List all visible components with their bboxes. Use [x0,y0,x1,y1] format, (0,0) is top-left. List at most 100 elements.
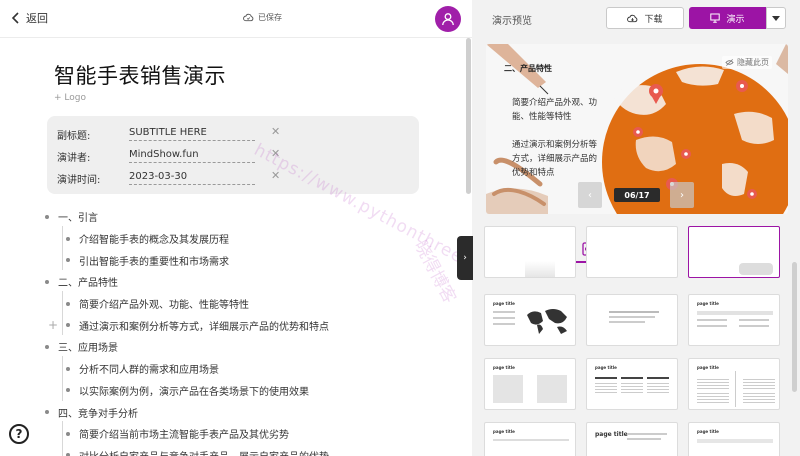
layout-thumb[interactable]: page title [688,294,780,346]
outline-text: 引出智能手表的重要性和市场需求 [79,256,229,268]
thumb-line [609,311,659,313]
prev-slide-button[interactable]: ‹ [578,182,602,208]
chevron-left-icon [11,12,19,24]
meta-label: 演讲时间: [57,175,101,186]
editor-topbar: 返回 已保存 [0,0,472,38]
thumb-shape [525,261,555,277]
thumb-bar [697,311,773,315]
slide-paragraph: 通过演示和案例分析等方式，详细展示产品的优势和特点 [512,140,598,178]
thumb-line [493,323,515,325]
thumb-lines [743,379,775,389]
meta-label: 演讲者: [57,153,91,164]
bullet-dot [66,388,70,393]
thumb-line [493,439,569,441]
outline-text: 介绍智能手表的概念及其发展历程 [79,235,229,247]
bullet-dot [45,410,49,415]
slide-heading: 二、产品特性 [504,64,552,73]
map-pin [633,127,643,137]
thumb-line [493,311,515,313]
layout-thumb[interactable] [484,226,576,278]
outline-item[interactable]: 分析不同人群的需求和应用场景 [42,355,462,380]
layout-thumb-selected[interactable] [688,226,780,278]
thumb-title: page title [697,365,719,370]
layout-thumb[interactable] [586,226,678,278]
outline-item[interactable]: 对比分析自家产品与竞争对手产品，展示自家产品的优势 [42,442,462,456]
layout-scrollbar[interactable] [792,262,797,392]
thumb-lines [595,383,617,395]
back-label: 返回 [26,12,48,25]
download-button[interactable]: 下载 [606,7,684,29]
outline-text: 一、引言 [58,213,98,225]
slide-paragraph: 简要介绍产品外观、功能、性能等特性 [512,98,598,122]
outline-text: 四、竞争对手分析 [58,408,138,420]
add-logo-button[interactable]: + Logo [54,93,86,103]
bullet-dot [66,236,70,241]
thumb-title: page title [595,365,617,370]
outline-item[interactable]: 引出智能手表的重要性和市场需求 [42,247,462,271]
preview-title: 演示预览 [492,16,532,27]
layout-thumb[interactable] [586,294,678,346]
user-avatar[interactable] [435,6,461,32]
editor-scrollbar[interactable] [466,38,471,194]
outline-item[interactable]: 简要介绍当前市场主流智能手表产品及其优劣势 [42,420,462,445]
outline-item[interactable]: 三、应用场景 [42,336,462,358]
thumb-lines [697,379,729,389]
chevron-right-icon: › [463,253,467,263]
thumb-lines [697,393,729,403]
collapse-panel-toggle[interactable]: › [457,236,473,280]
layout-thumb[interactable]: page title [688,422,780,456]
thumb-line [739,319,769,321]
slide-preview[interactable]: 二、产品特性 简要介绍产品外观、功能、性能等特性 通过演示和案例分析等方式，详细… [486,44,788,214]
thumb-lines [621,383,643,395]
add-item-icon[interactable]: + [48,318,58,332]
layout-thumb[interactable]: page title [586,358,678,410]
layout-thumb[interactable]: page title [484,358,576,410]
document-title[interactable]: 智能手表销售演示 [54,60,226,90]
thumb-title: page title [493,365,515,370]
bullet-dot [66,301,70,306]
layout-thumb[interactable]: page title [688,358,780,410]
map-pin [736,80,748,92]
outline-item[interactable]: 二、产品特性 [42,271,462,293]
present-label: 演示 [726,14,745,25]
bullet-dot [66,258,70,263]
layout-thumb[interactable]: page title [586,422,678,456]
eye-off-icon [725,59,734,66]
slide-pager: 06/17 [614,188,660,202]
outline-item[interactable]: + 通过演示和案例分析等方式，详细展示产品的优势和特点 [42,312,462,336]
clear-icon[interactable]: ✕ [271,125,280,138]
outline-item[interactable]: 简要介绍产品外观、功能、性能等特性 [42,290,462,315]
present-dropdown-button[interactable] [766,7,786,29]
cloud-download-icon [627,14,638,22]
bullet-dot [45,344,49,349]
help-button[interactable]: ? [9,424,29,444]
bullet-dot [45,279,49,284]
layout-thumb[interactable]: page title [484,422,576,456]
hide-slide-button[interactable]: 隐藏此页 [722,56,772,69]
next-slide-button[interactable]: › [670,182,694,208]
back-button[interactable]: 返回 [10,10,48,26]
speaker-input[interactable]: MindShow.fun [129,149,255,163]
thumb-line [627,433,667,435]
thumb-line [739,325,769,327]
thumb-line [595,377,617,379]
layout-thumb[interactable]: page title [484,294,576,346]
saved-label: 已保存 [258,13,282,22]
present-button[interactable]: 演示 [689,7,766,29]
outline-item[interactable]: 以实际案例为例，演示产品在各类场景下的使用效果 [42,377,462,402]
thumb-line [493,317,515,319]
thumb-title: page title [493,429,515,434]
meta-label: 副标题: [57,131,91,142]
map-pin [747,189,757,199]
thumb-block [493,375,523,403]
thumb-lines [743,393,775,403]
outline-item[interactable]: 四、竞争对手分析 [42,401,462,423]
outline-text: 简要介绍当前市场主流智能手表产品及其优劣势 [79,430,289,442]
presentation-icon [710,13,721,23]
date-input[interactable]: 2023-03-30 [129,171,255,185]
chevron-right-icon: › [680,189,684,201]
subtitle-input[interactable]: SUBTITLE HERE [129,127,255,141]
thumb-title: page title [595,431,628,438]
chevron-left-icon: ‹ [588,189,592,201]
outline-text: 通过演示和案例分析等方式，详细展示产品的优势和特点 [79,321,329,333]
